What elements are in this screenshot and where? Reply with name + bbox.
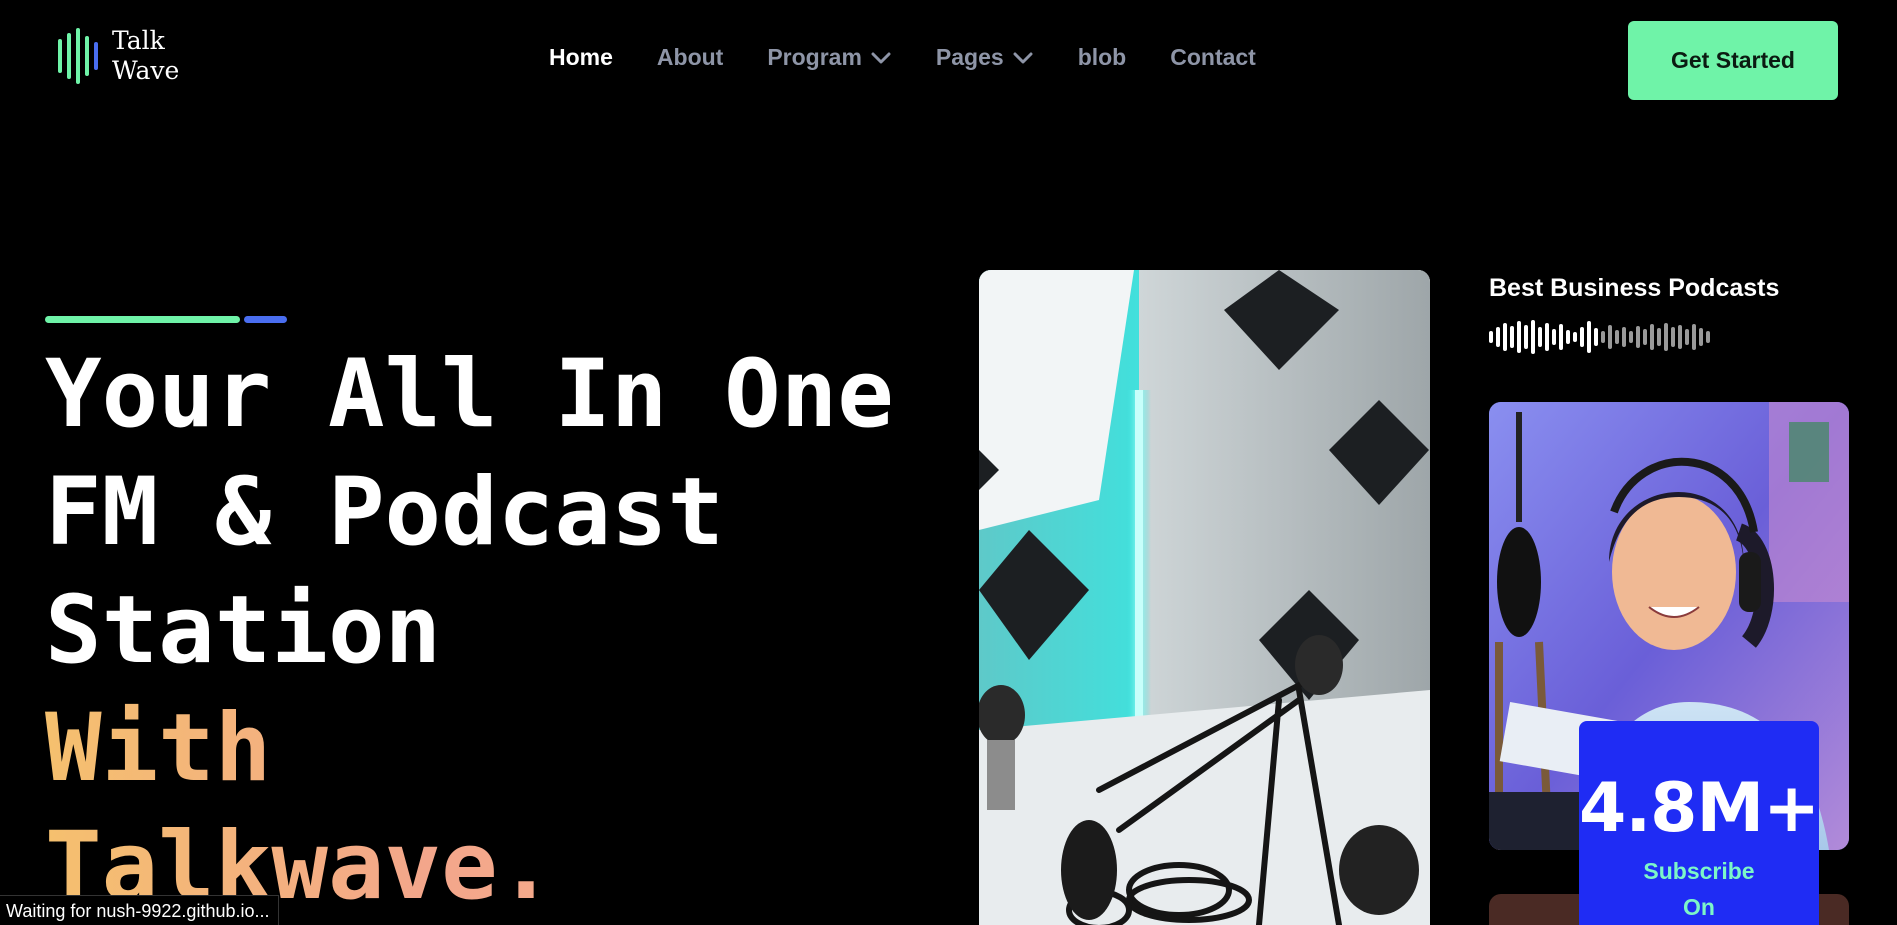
- hero-title-line2: FM & Podcast: [45, 458, 725, 567]
- brand-name-line2: Wave: [112, 56, 180, 85]
- nav-item-label: About: [656, 44, 724, 70]
- accent-line-mint: [45, 316, 240, 323]
- get-started-button[interactable]: Get Started: [1628, 21, 1838, 100]
- nav-item-program[interactable]: Program: [767, 44, 892, 71]
- studio-image: [979, 270, 1430, 925]
- chevron-down-icon: [1013, 52, 1033, 63]
- main-nav: Home About Program Pages blob Contact: [549, 44, 1256, 71]
- soundwave-logo-icon: [58, 26, 98, 86]
- subscribe-on-label[interactable]: Subscribe On: [1579, 853, 1819, 925]
- nav-item-label: Pages: [935, 44, 1004, 70]
- hero-accent-lines: [45, 316, 287, 323]
- nav-item-contact[interactable]: Contact: [1170, 44, 1256, 71]
- hero-title-line1: Your All In One: [45, 340, 894, 449]
- hero-title-line4: With: [45, 690, 894, 808]
- hero-title: Your All In One FM & Podcast Station Wit…: [45, 336, 894, 925]
- nav-item-label: Program: [767, 44, 862, 70]
- brand-name-line1: Talk: [112, 26, 165, 55]
- brand-name: Talk Wave: [112, 26, 179, 86]
- accent-line-blue: [244, 316, 287, 323]
- nav-item-label: Home: [549, 44, 613, 70]
- nav-item-label: Contact: [1170, 44, 1256, 70]
- nav-item-label: blob: [1077, 44, 1127, 70]
- subscribe-on-label-line1: Subscribe: [1643, 858, 1755, 884]
- nav-item-pages[interactable]: Pages: [936, 44, 1034, 71]
- brand-logo[interactable]: Talk Wave: [58, 26, 179, 86]
- nav-item-blob[interactable]: blob: [1078, 44, 1127, 71]
- nav-item-about[interactable]: About: [657, 44, 723, 71]
- hero-title-line3: Station: [45, 576, 442, 685]
- chevron-down-icon: [871, 52, 891, 63]
- browser-status-bar: Waiting for nush-9922.github.io...: [0, 895, 279, 925]
- audio-waveform-icon: [1489, 320, 1710, 354]
- subscribers-stat-card: 4.8M+ Subscribe On: [1579, 721, 1820, 925]
- nav-item-home[interactable]: Home: [549, 44, 613, 71]
- subscribers-count: 4.8M+: [1579, 769, 1820, 848]
- page: Talk Wave Home About Program Pages blob …: [0, 0, 1897, 925]
- best-business-podcasts-title: Best Business Podcasts: [1489, 274, 1780, 302]
- subscribe-on-label-line2: On: [1683, 894, 1715, 920]
